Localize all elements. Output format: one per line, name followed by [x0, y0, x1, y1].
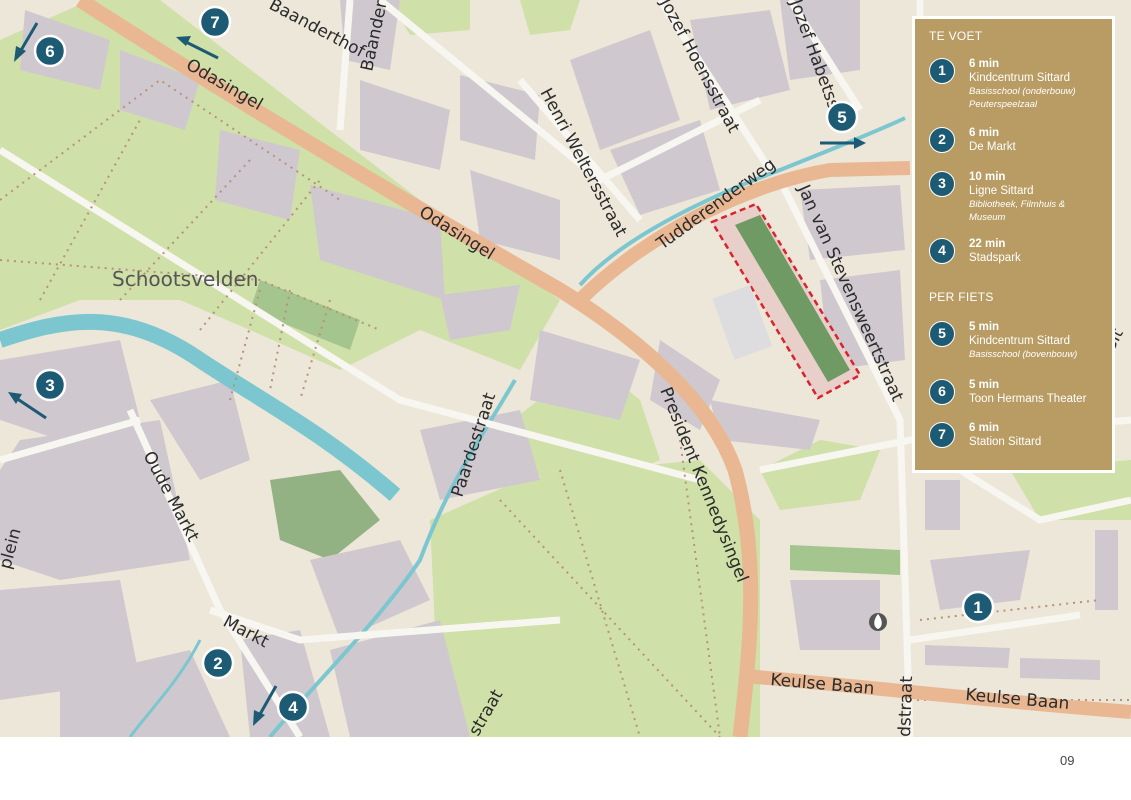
legend-time: 6 min	[969, 422, 1000, 434]
map-marker-1[interactable]: 1	[961, 590, 995, 624]
legend-sub: Bibliotheek, Filmhuis &	[969, 199, 1066, 210]
legend-sub: Peuterspeelzaal	[969, 99, 1038, 110]
building	[925, 645, 1010, 668]
map-marker-1-number: 1	[973, 598, 982, 617]
building	[925, 480, 960, 530]
legend-heading-walk: TE VOET	[929, 29, 983, 43]
legend-time: 5 min	[969, 379, 1000, 391]
map-marker-7[interactable]: 7	[198, 5, 232, 39]
legend-time: 6 min	[969, 58, 1000, 70]
map-marker-4[interactable]: 4	[276, 690, 310, 724]
legend-panel: TE VOET 1 6 min Kindcentrum Sittard Basi…	[912, 16, 1115, 473]
legend-badge-7: 7	[929, 422, 955, 448]
page-number: 09	[1060, 753, 1075, 768]
map-marker-7-number: 7	[210, 13, 219, 32]
legend-place: Station Sittard	[969, 436, 1042, 448]
map-marker-5[interactable]: 5	[825, 100, 859, 134]
legend-place: Kindcentrum Sittard	[969, 72, 1070, 84]
legend-badge-2: 2	[929, 127, 955, 153]
legend-badge-6: 6	[929, 379, 955, 405]
fire-station-icon	[869, 613, 887, 631]
map-marker-6[interactable]: 6	[33, 34, 67, 68]
legend-badge-1: 1	[929, 58, 955, 84]
legend-heading-bike: PER FIETS	[929, 290, 994, 304]
map-marker-6-number: 6	[45, 42, 54, 61]
legend-badge-4: 4	[929, 238, 955, 264]
legend-badge-3: 3	[929, 171, 955, 197]
area-label-schootsvelden: Schootsvelden	[112, 267, 258, 291]
street-label-dstraat: dstraat	[895, 675, 917, 737]
legend-time: 10 min	[969, 171, 1006, 183]
legend-time: 22 min	[969, 238, 1006, 250]
park-strip-2	[790, 545, 900, 575]
legend-sub: Basisschool (bovenbouw)	[969, 349, 1078, 360]
legend-place: Ligne Sittard	[969, 185, 1034, 197]
map-marker-3[interactable]: 3	[33, 368, 67, 402]
legend-place: De Markt	[969, 141, 1016, 153]
legend-sub: Basisschool (onderbouw)	[969, 86, 1076, 97]
legend-place: Toon Hermans Theater	[969, 393, 1087, 405]
building	[1095, 530, 1118, 610]
map-marker-5-number: 5	[837, 108, 846, 127]
legend-place: Kindcentrum Sittard	[969, 335, 1070, 347]
map-marker-4-number: 4	[288, 698, 298, 717]
building	[1020, 658, 1100, 680]
map-marker-3-number: 3	[45, 376, 54, 395]
legend-place: Stadspark	[969, 252, 1021, 264]
map-marker-2[interactable]: 2	[201, 646, 235, 680]
legend-time: 6 min	[969, 127, 1000, 139]
map-marker-2-number: 2	[213, 654, 222, 673]
legend-sub: Museum	[969, 212, 1006, 223]
building	[790, 580, 880, 650]
legend-badge-5: 5	[929, 321, 955, 347]
legend-time: 5 min	[969, 321, 1000, 333]
